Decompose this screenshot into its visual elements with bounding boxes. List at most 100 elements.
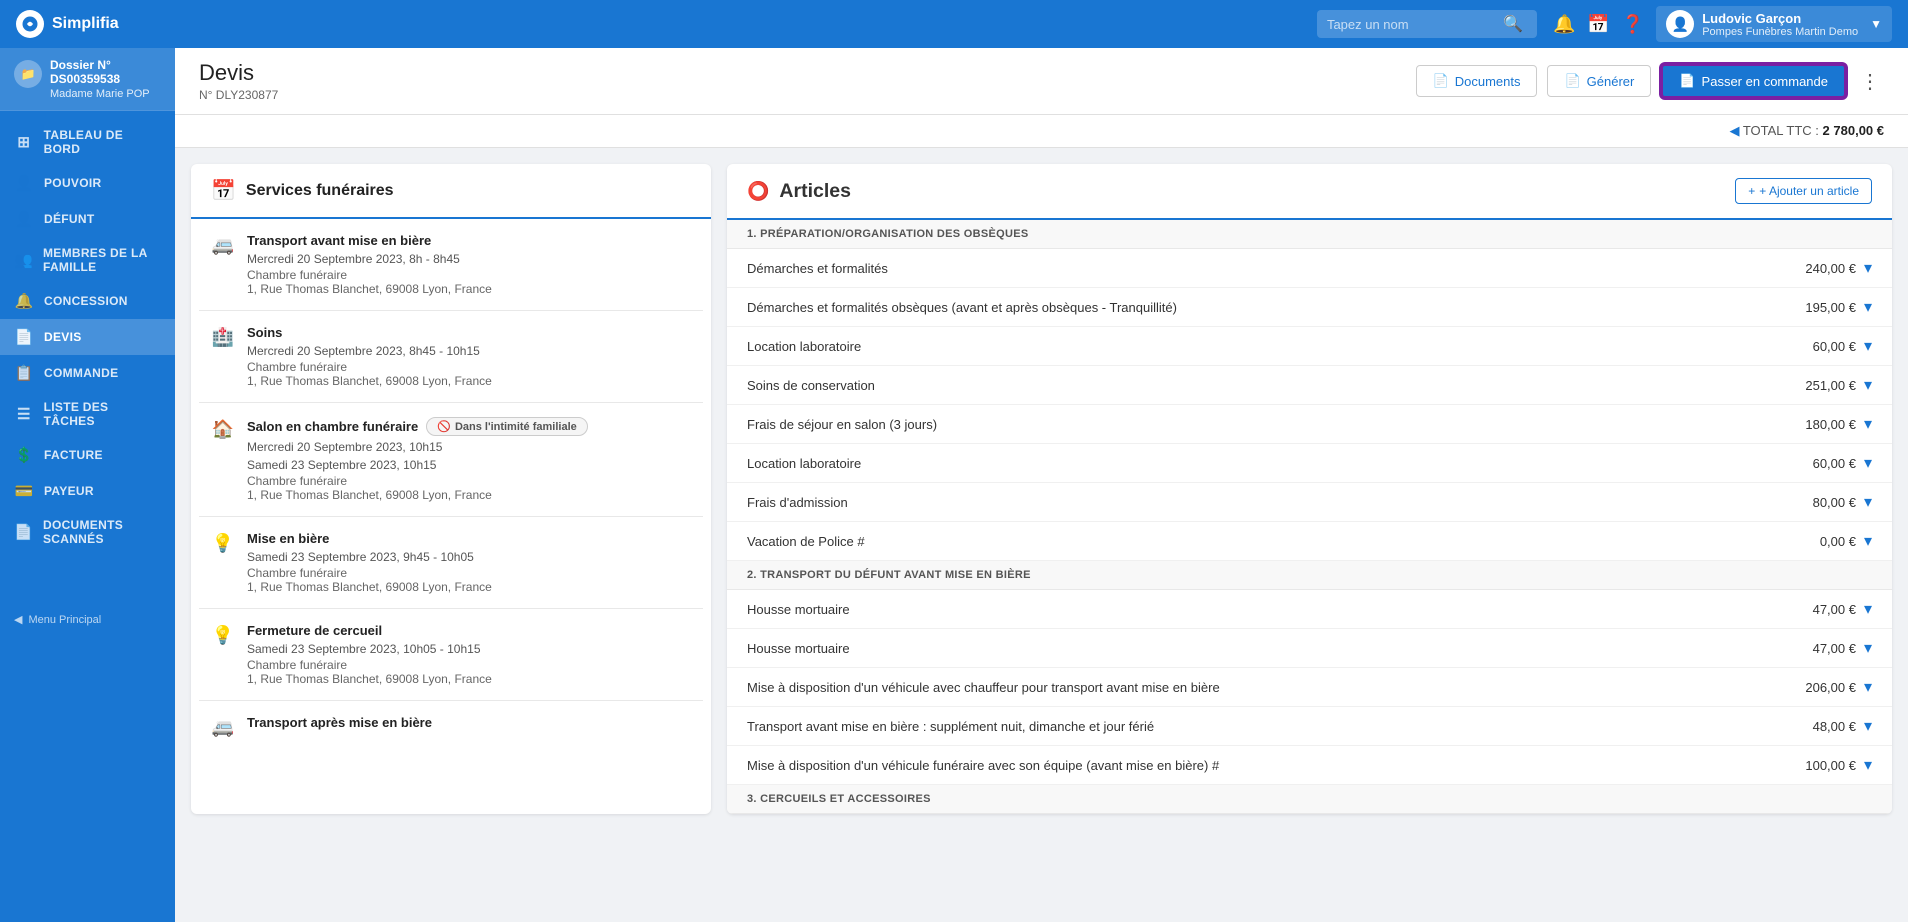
article-row: Démarches et formalités obsèques (avant … xyxy=(727,288,1892,327)
sidebar: 📁 Dossier N° DS00359538 Madame Marie POP… xyxy=(0,48,175,922)
help-icon[interactable]: ❓ xyxy=(1622,14,1644,35)
soins-icon: 🏥 xyxy=(211,327,235,348)
transport-icon: 🚐 xyxy=(211,235,235,256)
total-bar: ◀ TOTAL TTC : 2 780,00 € xyxy=(175,115,1908,148)
sidebar-item-tableau-de-bord[interactable]: ⊞ Tableau De Bord xyxy=(0,119,175,165)
salon-icon: 🏠 xyxy=(211,419,235,440)
service-date: Mercredi 20 Septembre 2023, 8h - 8h45 xyxy=(247,252,492,266)
total-label: TOTAL TTC : xyxy=(1743,123,1819,138)
service-item: 💡 Mise en bière Samedi 23 Septembre 2023… xyxy=(199,517,703,609)
chevron-down-icon[interactable]: ▾ xyxy=(1864,297,1872,317)
sidebar-item-label: Devis xyxy=(44,330,82,344)
sidebar-item-devis[interactable]: 📄 Devis xyxy=(0,319,175,355)
article-row: Mise à disposition d'un véhicule avec ch… xyxy=(727,668,1892,707)
service-date: Samedi 23 Septembre 2023, 9h45 - 10h05 xyxy=(247,550,492,564)
service-location: Chambre funéraire1, Rue Thomas Blanchet,… xyxy=(247,658,492,686)
chevron-down-icon[interactable]: ▾ xyxy=(1864,258,1872,278)
search-bar[interactable]: 🔍 xyxy=(1317,10,1537,38)
doc-icon: 📄 xyxy=(14,328,34,346)
documents-button[interactable]: 📄 Documents xyxy=(1416,65,1538,97)
cart-icon: 📄 xyxy=(1679,73,1695,89)
app-name: Simplifia xyxy=(52,15,119,33)
transport-apres-icon: 🚐 xyxy=(211,717,235,738)
navbar-icons: 🔔 📅 ❓ xyxy=(1553,14,1644,35)
app-logo[interactable]: Simplifia xyxy=(16,10,119,38)
sidebar-item-facture[interactable]: 💲 Facture xyxy=(0,437,175,473)
sidebar-item-payeur[interactable]: 💳 Payeur xyxy=(0,473,175,509)
gen-icon: 📄 xyxy=(1564,73,1580,89)
articles-icon: ⭕ xyxy=(747,181,769,202)
more-options-button[interactable]: ⋮ xyxy=(1856,65,1884,98)
services-panel: 📅 Services funéraires 🚐 Transport avant … xyxy=(191,164,711,814)
sidebar-item-liste-taches[interactable]: ☰ Liste Des Tâches xyxy=(0,391,175,437)
app-logo-icon xyxy=(16,10,44,38)
menu-principal-label: Menu Principal xyxy=(28,614,101,626)
sidebar-item-label: Payeur xyxy=(44,484,94,498)
sidebar-item-label: Facture xyxy=(44,448,103,462)
page-title: Devis xyxy=(199,60,278,86)
navbar: Simplifia 🔍 🔔 📅 ❓ 👤 Ludovic Garçon Pompe… xyxy=(0,0,1908,48)
sidebar-item-concession[interactable]: 🔔 Concession xyxy=(0,283,175,319)
service-item: 🏥 Soins Mercredi 20 Septembre 2023, 8h45… xyxy=(199,311,703,403)
generer-button[interactable]: 📄 Générer xyxy=(1547,65,1651,97)
user-org: Pompes Funèbres Martin Demo xyxy=(1702,26,1858,38)
sidebar-item-label: Membres De La Famille xyxy=(43,246,161,274)
service-date: Samedi 23 Septembre 2023, 10h05 - 10h15 xyxy=(247,642,492,656)
sidebar-menu-principal[interactable]: ◀ Menu Principal xyxy=(14,613,175,626)
sidebar-item-label: Concession xyxy=(44,294,128,308)
article-row: Mise à disposition d'un véhicule funérai… xyxy=(727,746,1892,785)
service-location: Chambre funéraire1, Rue Thomas Blanchet,… xyxy=(247,360,492,388)
chevron-down-icon[interactable]: ▾ xyxy=(1864,414,1872,434)
eye-off-icon: 🚫 xyxy=(437,420,451,433)
chevron-down-icon[interactable]: ▾ xyxy=(1864,453,1872,473)
sidebar-menu-principal-container: ◀ Menu Principal xyxy=(0,563,175,638)
chevron-down-icon[interactable]: ▾ xyxy=(1864,492,1872,512)
service-date: Mercredi 20 Septembre 2023, 10h15 xyxy=(247,440,588,454)
notifications-icon[interactable]: 🔔 xyxy=(1553,14,1575,35)
chevron-down-icon[interactable]: ▾ xyxy=(1864,755,1872,775)
cercueil-icon: 💡 xyxy=(211,625,235,646)
plus-icon: + xyxy=(1748,184,1755,198)
chevron-down-icon[interactable]: ▾ xyxy=(1864,375,1872,395)
chevron-down-icon[interactable]: ▾ xyxy=(1864,638,1872,658)
sidebar-dossier[interactable]: 📁 Dossier N° DS00359538 Madame Marie POP xyxy=(0,48,175,111)
service-item: 💡 Fermeture de cercueil Samedi 23 Septem… xyxy=(199,609,703,701)
sidebar-item-label: Défunt xyxy=(44,212,94,226)
dollar-icon: 💲 xyxy=(14,446,34,464)
articles-section-1-title: 1. PRÉPARATION/ORGANISATION DES OBSÈQUES xyxy=(727,220,1892,249)
articles-section-2-title: 2. TRANSPORT DU DÉFUNT AVANT MISE EN BIÈ… xyxy=(727,561,1892,590)
service-title: Soins xyxy=(247,325,492,340)
sidebar-item-membres-famille[interactable]: 👥 Membres De La Famille xyxy=(0,237,175,283)
article-row: Housse mortuaire 47,00 € ▾ xyxy=(727,590,1892,629)
services-list: 🚐 Transport avant mise en bière Mercredi… xyxy=(191,219,711,752)
services-icon: 📅 xyxy=(211,178,236,203)
sidebar-item-label: Documents Scannés xyxy=(43,518,161,546)
total-arrow-icon: ◀ xyxy=(1729,123,1739,138)
sidebar-item-defunt[interactable]: 👤 Défunt xyxy=(0,201,175,237)
total-value: 2 780,00 € xyxy=(1823,123,1884,138)
article-row: Frais de séjour en salon (3 jours) 180,0… xyxy=(727,405,1892,444)
sidebar-item-label: Commande xyxy=(44,366,118,380)
article-row: Soins de conservation 251,00 € ▾ xyxy=(727,366,1892,405)
chevron-down-icon[interactable]: ▾ xyxy=(1864,531,1872,551)
calendar-icon[interactable]: 📅 xyxy=(1587,14,1609,35)
tasks-icon: ☰ xyxy=(14,405,34,423)
sidebar-item-documents-scannes[interactable]: 📄 Documents Scannés xyxy=(0,509,175,555)
chevron-down-icon[interactable]: ▾ xyxy=(1864,599,1872,619)
add-article-button[interactable]: + + Ajouter un article xyxy=(1735,178,1872,204)
dossier-icon: 📁 xyxy=(14,60,42,88)
sidebar-item-pouvoir[interactable]: 👤 Pouvoir xyxy=(0,165,175,201)
article-row: Frais d'admission 80,00 € ▾ xyxy=(727,483,1892,522)
service-location: Chambre funéraire1, Rue Thomas Blanchet,… xyxy=(247,566,492,594)
content-area: 📅 Services funéraires 🚐 Transport avant … xyxy=(175,148,1908,830)
search-input[interactable] xyxy=(1327,17,1497,32)
avatar: 👤 xyxy=(1666,10,1694,38)
chevron-down-icon[interactable]: ▾ xyxy=(1864,677,1872,697)
chevron-down-icon[interactable]: ▾ xyxy=(1864,716,1872,736)
article-row: Transport avant mise en bière : suppléme… xyxy=(727,707,1892,746)
sidebar-item-commande[interactable]: 📋 Commande xyxy=(0,355,175,391)
user-menu[interactable]: 👤 Ludovic Garçon Pompes Funèbres Martin … xyxy=(1656,6,1892,42)
user-name: Ludovic Garçon xyxy=(1702,11,1858,26)
passer-commande-button[interactable]: 📄 Passer en commande xyxy=(1661,64,1846,98)
chevron-down-icon[interactable]: ▾ xyxy=(1864,336,1872,356)
